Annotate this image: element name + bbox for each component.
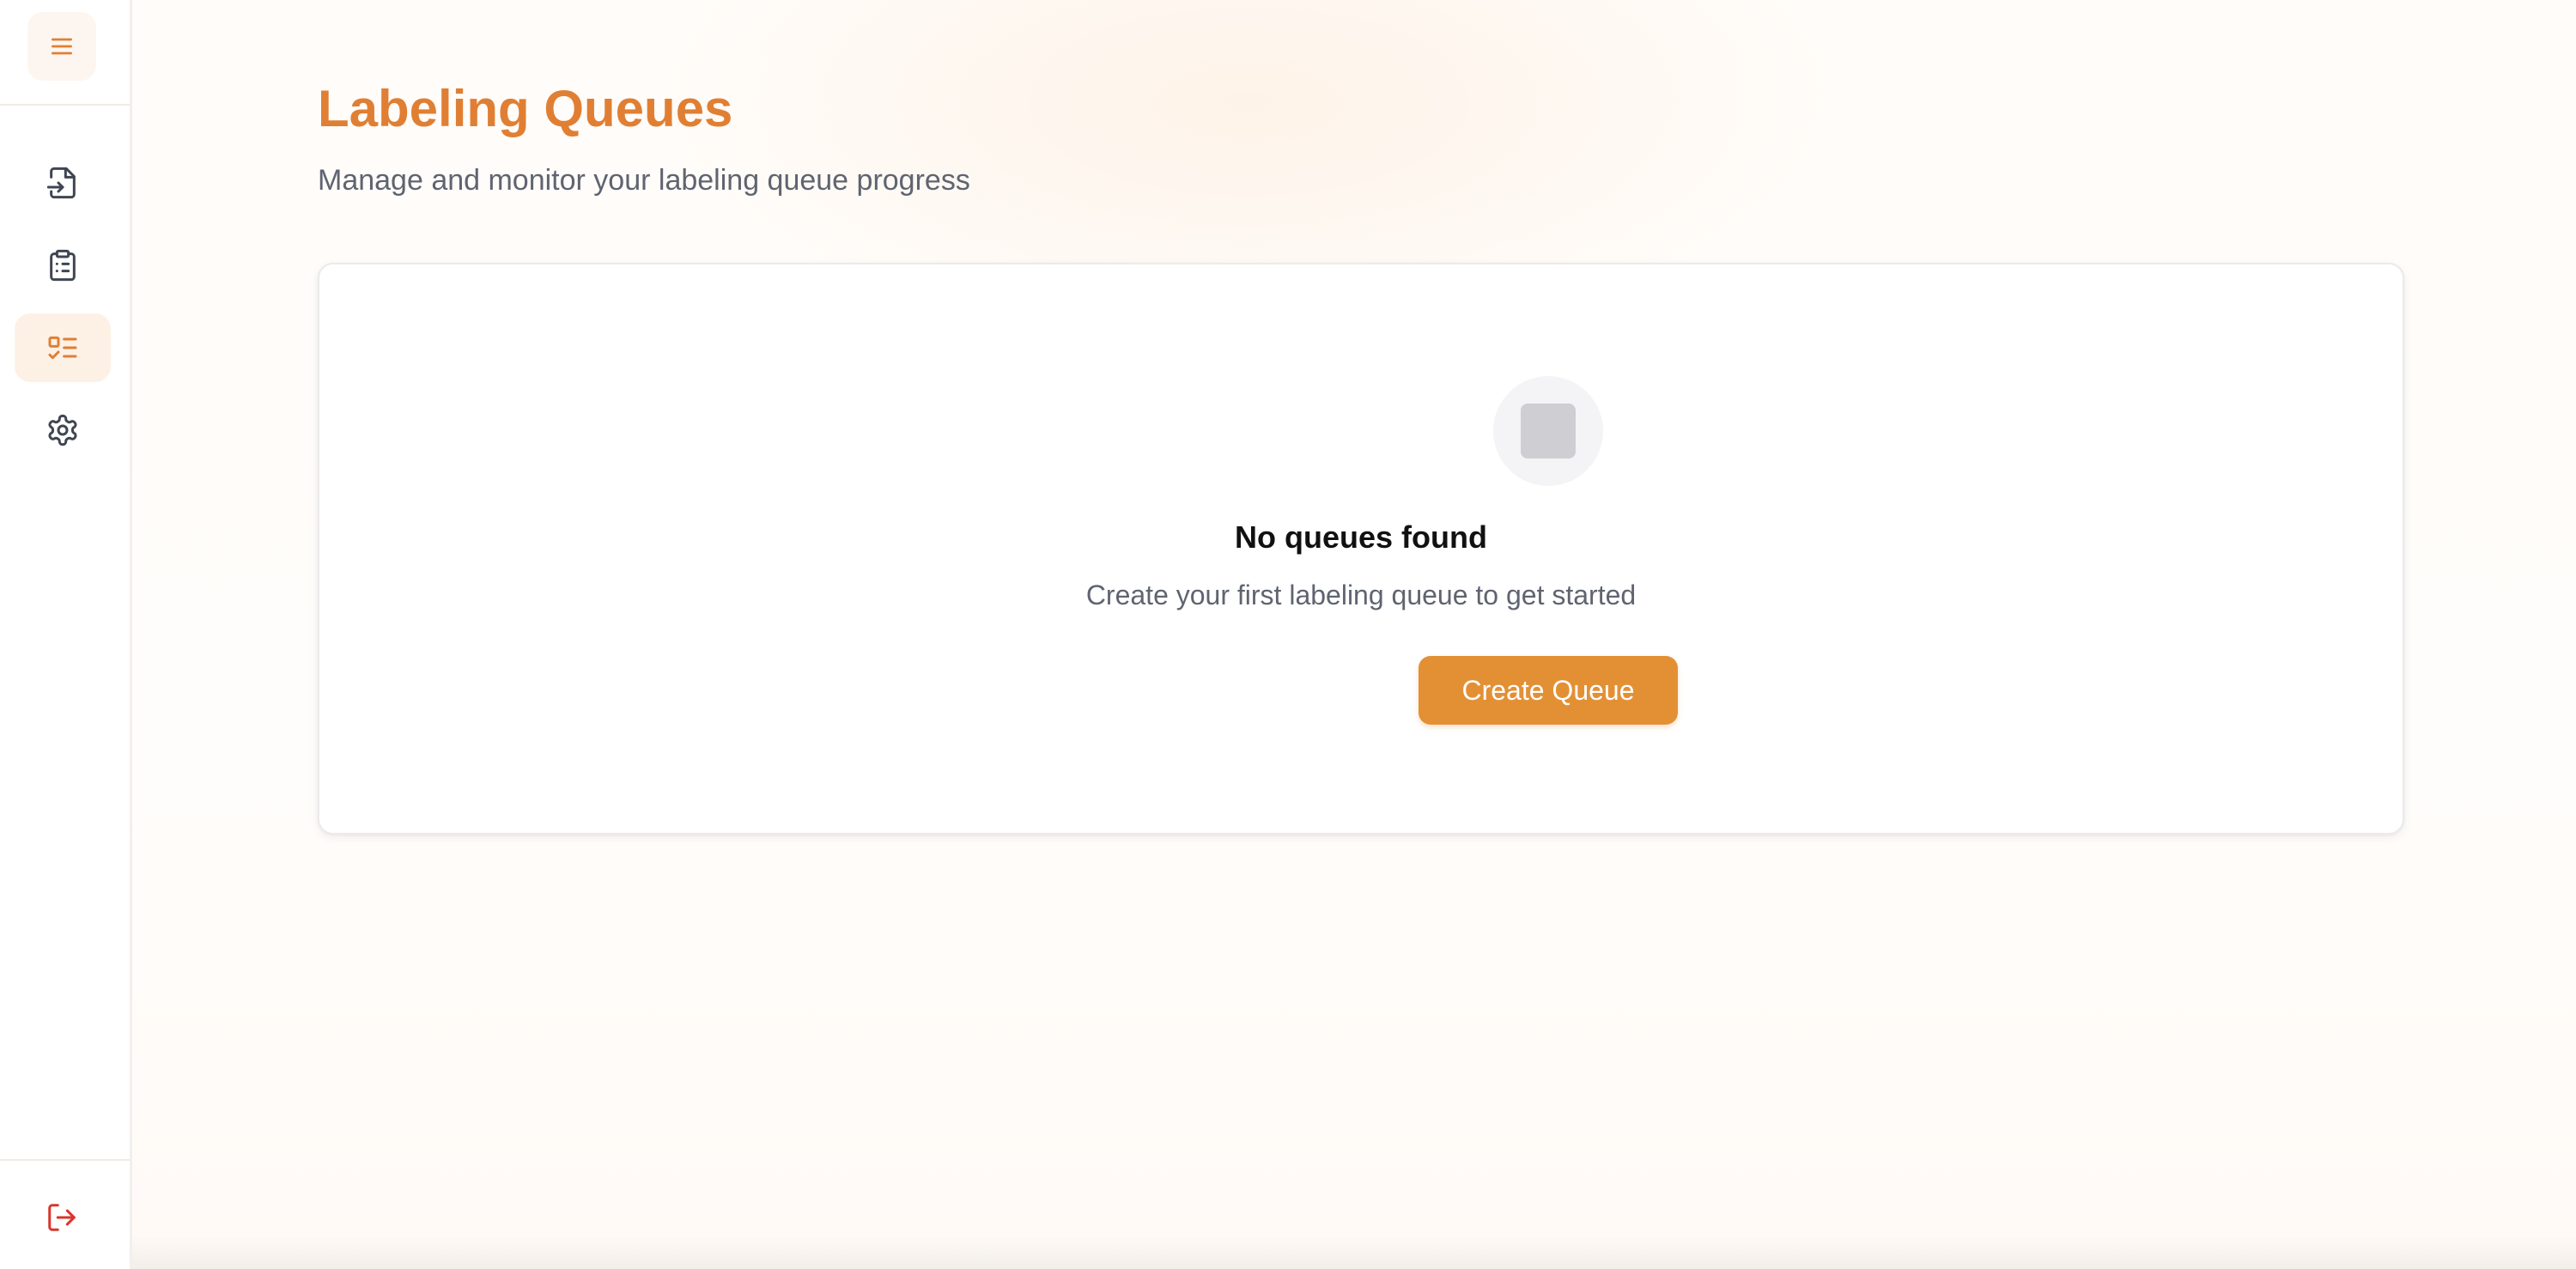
page-title: Labeling Queues — [318, 80, 733, 137]
logout-button[interactable] — [27, 1183, 96, 1252]
sidebar — [0, 0, 132, 1269]
empty-state-text: Create your first labeling queue to get … — [1085, 580, 1637, 610]
main-content: Labeling Queues Manage and monitor your … — [132, 0, 2576, 1269]
file-import-icon — [46, 166, 80, 200]
menu-button[interactable] — [27, 12, 96, 81]
list-checks-icon — [46, 331, 80, 365]
sidebar-divider — [0, 104, 130, 106]
page-subtitle: Manage and monitor your labeling queue p… — [318, 164, 970, 197]
sidebar-item-labeling-queues[interactable] — [15, 313, 111, 382]
log-out-icon — [46, 1201, 78, 1234]
empty-state-title: No queues found — [1235, 519, 1487, 555]
bottom-edge-shadow — [132, 1235, 2576, 1269]
create-queue-button[interactable]: Create Queue — [1419, 656, 1678, 725]
sidebar-item-settings[interactable] — [15, 396, 111, 464]
clipboard-list-icon — [46, 248, 80, 282]
sidebar-item-tasks[interactable] — [15, 231, 111, 300]
sidebar-item-import[interactable] — [15, 149, 111, 217]
empty-state-icon-container — [1493, 376, 1603, 486]
hamburger-menu-icon — [48, 33, 76, 60]
gear-icon — [46, 413, 80, 447]
empty-state-card: No queues found Create your first labeli… — [318, 263, 2404, 835]
sidebar-divider-bottom — [0, 1159, 130, 1161]
placeholder-square-icon — [1521, 404, 1576, 458]
